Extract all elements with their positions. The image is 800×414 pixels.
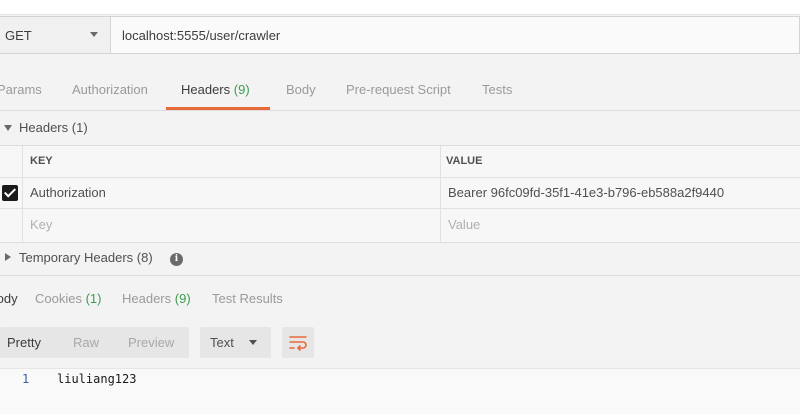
code-line: liuliang123 — [57, 372, 137, 386]
tab-body[interactable]: Body — [286, 82, 316, 97]
tab-params[interactable]: Params — [0, 82, 42, 97]
section-count: (1) — [71, 120, 88, 135]
tab-headers[interactable]: Headers (9) — [181, 82, 250, 97]
header-value-field[interactable]: Bearer 96fc09fd-35f1-41e3-b796-eb588a2f9… — [448, 177, 724, 208]
tab-tests[interactable]: Tests — [482, 82, 512, 97]
format-raw-button[interactable]: Raw — [73, 335, 99, 350]
line-number: 1 — [22, 372, 30, 386]
column-divider — [22, 146, 23, 242]
new-value-input[interactable]: Value — [448, 209, 480, 240]
column-header-value: VALUE — [446, 155, 483, 167]
temporary-headers-title: Temporary Headers — [19, 250, 134, 265]
chevron-down-icon — [90, 32, 98, 37]
url-text: localhost:5555/user/crawler — [122, 28, 281, 43]
tab-count: (9) — [233, 82, 250, 97]
caret-right-icon — [5, 253, 11, 261]
column-header-key: KEY — [30, 155, 53, 167]
request-bar: GET localhost:5555/user/crawler — [0, 16, 800, 56]
new-key-input[interactable]: Key — [30, 209, 52, 240]
wrap-lines-button[interactable] — [282, 327, 314, 358]
header-key-field[interactable]: Authorization — [30, 177, 106, 208]
header-enabled-checkbox[interactable] — [2, 185, 18, 201]
caret-down-icon — [4, 125, 12, 131]
response-tab-body[interactable]: Body — [0, 291, 18, 306]
check-icon — [3, 185, 17, 198]
format-pretty-button[interactable]: Pretty — [7, 335, 41, 350]
response-body-editor[interactable]: 1 liuliang123 — [0, 368, 800, 414]
active-tab-indicator — [166, 107, 270, 110]
format-preview-button[interactable]: Preview — [128, 335, 174, 350]
headers-table: KEY VALUE Authorization Bearer 96fc09fd-… — [0, 145, 800, 243]
request-tabs: Params Authorization Headers (9) Body Pr… — [0, 72, 800, 111]
response-tab-test-results[interactable]: Test Results — [212, 291, 283, 306]
info-icon[interactable]: i — [170, 253, 183, 266]
method-select[interactable]: GET — [0, 16, 111, 54]
column-divider — [440, 146, 441, 242]
table-row-new: Key Value — [0, 209, 800, 240]
method-label: GET — [5, 28, 32, 43]
language-label: Text — [210, 335, 234, 350]
format-toggle-group: Pretty Raw Preview — [0, 327, 189, 358]
table-row: Authorization Bearer 96fc09fd-35f1-41e3-… — [0, 177, 800, 209]
url-input[interactable]: localhost:5555/user/crawler — [111, 16, 800, 54]
tab-authorization[interactable]: Authorization — [72, 82, 148, 97]
response-tab-cookies[interactable]: Cookies (1) — [35, 291, 101, 306]
table-header-row: KEY VALUE — [0, 146, 800, 178]
section-title: Headers — [19, 120, 69, 135]
language-select[interactable]: Text — [200, 327, 271, 358]
wrap-lines-icon — [289, 336, 307, 351]
top-strip — [0, 0, 800, 15]
response-tab-headers[interactable]: Headers (9) — [122, 291, 191, 306]
chevron-down-icon — [249, 340, 257, 345]
tab-pre-request-script[interactable]: Pre-request Script — [346, 82, 451, 97]
temporary-headers-count: (8) — [136, 250, 153, 265]
